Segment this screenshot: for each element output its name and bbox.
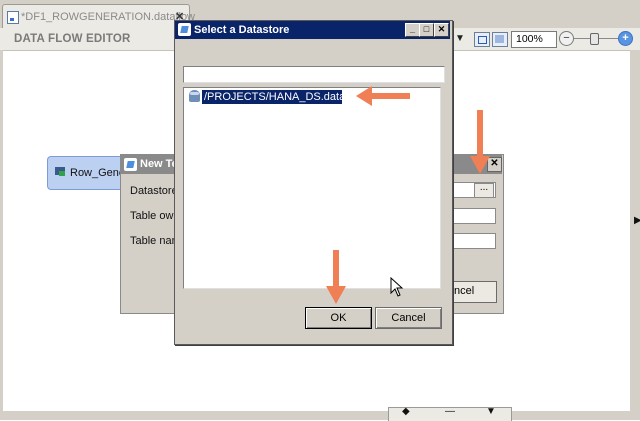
zoom-slider-thumb[interactable] [590,33,599,45]
down-arrow-icon[interactable]: ▼ [486,406,496,417]
canvas-left-border [0,50,3,420]
palette-expand-icon[interactable]: ▶ [634,215,640,226]
annotation-arrow [356,86,410,106]
maximize-icon[interactable]: □ [419,23,434,37]
new-table-title: New Te [140,158,178,170]
annotation-arrow [326,250,346,304]
minimize-icon[interactable]: — [445,406,455,417]
zoom-in-icon[interactable]: + [618,31,633,46]
table-name-field[interactable] [452,233,496,249]
canvas-right-border [630,50,640,420]
minimize-icon[interactable]: _ [405,23,420,37]
fit-width-icon[interactable] [492,32,508,47]
up-arrow-icon[interactable]: ◆ [402,406,410,417]
list-item-label: /PROJECTS/HANA_DS.datastore [204,91,370,103]
editor-tab[interactable]: *DF1_ROWGENERATION.dataflow ✕ [2,4,195,29]
close-icon[interactable]: ✕ [434,23,449,37]
editor-title: DATA FLOW EDITOR [14,33,131,45]
table-owner-label: Table own [130,210,180,222]
datastore-label: Datastore [130,185,178,197]
zoom-out-icon[interactable]: − [559,31,574,46]
dataflow-doc-icon [7,11,19,24]
app-logo-icon [124,158,137,171]
select-datastore-title: Select a Datastore [194,24,290,36]
datastore-icon [189,90,200,102]
browse-button[interactable]: ... [474,183,494,198]
row-generator-icon [55,167,65,176]
toolbar-dropdown-icon[interactable]: ▼ [455,33,465,44]
zoom-value: 100% [516,33,543,45]
ok-button-label: OK [330,312,347,324]
new-table-cancel-label: ncel [454,285,475,297]
datastore-filter-input[interactable] [183,66,445,83]
mouse-cursor-icon [390,277,404,297]
annotation-arrow [470,110,490,174]
fit-page-icon[interactable] [474,32,490,47]
table-owner-field[interactable] [452,208,496,224]
bottom-bar [0,411,640,420]
tab-title: *DF1_ROWGENERATION.dataflow [21,11,196,23]
cancel-button-label: Cancel [391,312,426,324]
app-logo-icon [178,23,191,36]
datastore-list[interactable] [183,87,441,289]
